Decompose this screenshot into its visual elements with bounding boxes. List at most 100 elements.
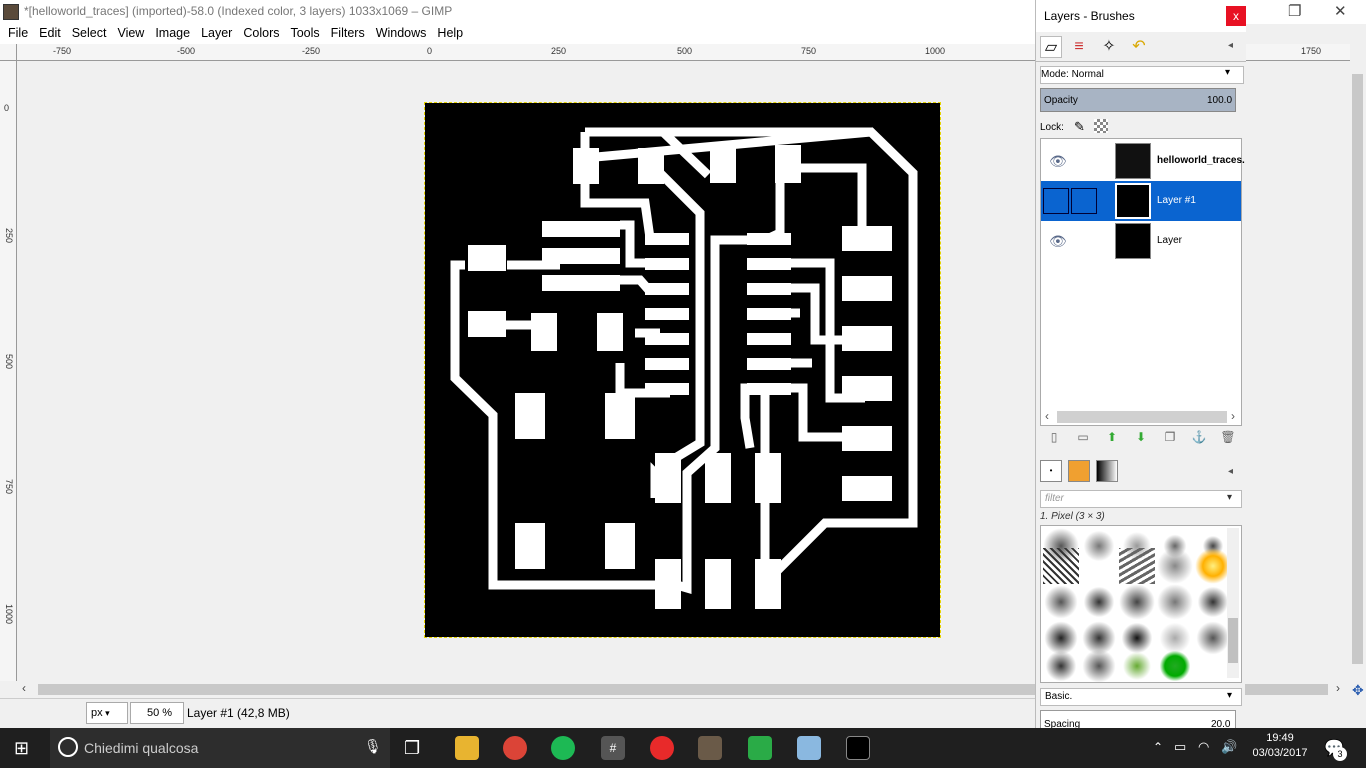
ruler-label: 0 <box>427 46 433 56</box>
menu-windows[interactable]: Windows <box>371 24 433 44</box>
scroll-left-icon[interactable]: ‹ <box>22 681 26 695</box>
search-box[interactable]: Chiedimi qualcosa 🎙 <box>50 728 390 768</box>
opacity-slider[interactable]: Opacity 100.0 <box>1040 88 1236 112</box>
gimp-taskbar-icon[interactable] <box>698 736 722 760</box>
brush-item[interactable] <box>1195 548 1231 584</box>
brush-item[interactable] <box>1081 648 1117 682</box>
vertical-scroll-thumb[interactable] <box>1352 74 1363 664</box>
app-icon[interactable] <box>797 736 821 760</box>
chain-toggle[interactable] <box>1071 188 1097 214</box>
ruler-label: -750 <box>53 46 72 56</box>
brush-item[interactable] <box>1119 648 1155 682</box>
ruler-label: 1000 <box>4 604 14 625</box>
vertical-ruler[interactable]: 0 250 500 750 1000 <box>0 61 17 681</box>
ruler-label: 1000 <box>925 46 946 56</box>
menu-filters[interactable]: Filters <box>326 24 371 44</box>
brush-item[interactable] <box>1081 584 1117 620</box>
brush-item[interactable] <box>1043 648 1079 682</box>
photos-icon[interactable] <box>846 736 870 760</box>
volume-icon[interactable]: 🔊 <box>1221 739 1237 755</box>
undo-history-tab-icon[interactable]: ↶ <box>1128 36 1150 58</box>
layer-thumbnail <box>1115 143 1151 179</box>
new-layer-icon[interactable]: ▯ <box>1044 430 1064 448</box>
layer-row-selected[interactable]: Layer #1 <box>1041 181 1241 221</box>
lock-pixels-icon[interactable]: ✎ <box>1074 119 1085 135</box>
brush-item[interactable] <box>1119 584 1155 620</box>
pepper-brush-item[interactable] <box>1157 648 1193 682</box>
windows-start-icon[interactable]: ⊞ <box>14 738 29 759</box>
gimp-app-icon[interactable] <box>3 4 19 20</box>
brush-item[interactable] <box>1043 548 1079 584</box>
brush-filter-input[interactable]: filter ▾ <box>1040 490 1242 508</box>
layer-row[interactable]: 👁 Layer <box>1041 221 1241 261</box>
scroll-left-icon[interactable]: ‹ <box>1045 409 1049 423</box>
task-view-icon[interactable]: ❐ <box>404 738 420 759</box>
dock-menu-icon[interactable]: ◂ <box>1228 40 1233 51</box>
chrome-icon[interactable] <box>503 736 527 760</box>
brush-item[interactable] <box>1157 548 1193 584</box>
patterns-tab-icon[interactable] <box>1068 460 1090 482</box>
visibility-toggle[interactable] <box>1043 188 1069 214</box>
brush-item[interactable] <box>1195 584 1231 620</box>
eye-icon[interactable]: 👁 <box>1049 233 1067 250</box>
brush-item[interactable] <box>1119 548 1155 584</box>
menu-help[interactable]: Help <box>432 24 469 44</box>
menu-edit[interactable]: Edit <box>34 24 67 44</box>
scroll-right-icon[interactable]: › <box>1231 409 1235 423</box>
duplicate-layer-icon[interactable]: ❐ <box>1160 430 1180 448</box>
menu-select[interactable]: Select <box>67 24 113 44</box>
menu-view[interactable]: View <box>112 24 150 44</box>
delete-layer-icon[interactable]: 🗑 <box>1218 430 1238 448</box>
menu-tools[interactable]: Tools <box>285 24 325 44</box>
preset-select[interactable]: Basic. ▾ <box>1040 688 1242 706</box>
ruler-label: 1750 <box>1301 46 1322 56</box>
layers-tab-icon[interactable]: ▱ <box>1040 36 1062 58</box>
navigate-icon[interactable]: ✥ <box>1352 682 1364 699</box>
pcb-traces-image[interactable] <box>424 102 941 638</box>
eye-icon[interactable]: 👁 <box>1049 153 1067 170</box>
menu-layer[interactable]: Layer <box>196 24 238 44</box>
restore-icon[interactable]: ❐ <box>1288 2 1301 20</box>
wifi-icon[interactable]: ◠ <box>1198 739 1209 755</box>
menu-file[interactable]: File <box>3 24 34 44</box>
paths-tab-icon[interactable]: ✧ <box>1098 36 1120 58</box>
dock-close-button[interactable]: x <box>1226 6 1246 26</box>
raise-layer-icon[interactable]: ⬆ <box>1102 430 1122 448</box>
brush-item[interactable] <box>1195 620 1231 656</box>
brush-scroll-thumb[interactable] <box>1228 618 1238 663</box>
slack-icon[interactable]: # <box>601 736 625 760</box>
spotify-icon[interactable] <box>551 736 575 760</box>
layers-brushes-dock: Layers - Brushes x ▱ ≡ ✧ ↶ ◂ Mode: Norma… <box>1035 0 1246 740</box>
app-icon[interactable] <box>650 736 674 760</box>
close-window-icon[interactable]: ✕ <box>1334 2 1347 20</box>
clock[interactable]: 19:49 03/03/2017 <box>1250 732 1310 759</box>
file-explorer-icon[interactable] <box>455 736 479 760</box>
brushes-tab-icon[interactable]: • <box>1040 460 1062 482</box>
brush-item[interactable] <box>1157 584 1193 620</box>
brush-grid[interactable] <box>1040 525 1242 683</box>
unit-select[interactable]: px ▾ <box>86 702 128 724</box>
scroll-right-icon[interactable]: › <box>1336 681 1340 695</box>
layer-row[interactable]: 👁 helloworld_traces. <box>1041 141 1245 181</box>
gradients-tab-icon[interactable] <box>1096 460 1118 482</box>
brush-item[interactable] <box>1043 584 1079 620</box>
lower-layer-icon[interactable]: ⬇ <box>1131 430 1151 448</box>
unit-value: px <box>91 707 103 719</box>
brush-dock-menu-icon[interactable]: ◂ <box>1228 466 1233 477</box>
filter-placeholder: filter <box>1045 493 1064 504</box>
layers-hscroll-thumb[interactable] <box>1057 411 1227 423</box>
evernote-icon[interactable] <box>748 736 772 760</box>
mode-select[interactable]: Mode: Normal ▾ <box>1040 66 1244 84</box>
brush-item[interactable] <box>1081 528 1117 564</box>
menu-colors[interactable]: Colors <box>238 24 285 44</box>
lock-alpha-icon[interactable] <box>1094 119 1108 133</box>
ruler-corner[interactable] <box>0 44 17 61</box>
anchor-layer-icon[interactable]: ⚓ <box>1189 430 1209 448</box>
menu-image[interactable]: Image <box>150 24 196 44</box>
chevron-down-icon: ▾ <box>1227 492 1233 503</box>
battery-icon[interactable]: ▭ <box>1174 739 1186 755</box>
zoom-select[interactable]: 50 % <box>130 702 184 724</box>
channels-tab-icon[interactable]: ≡ <box>1068 36 1090 58</box>
chevron-up-icon[interactable]: ⌃ <box>1153 740 1163 754</box>
new-layer-group-icon[interactable]: ▭ <box>1073 430 1093 448</box>
